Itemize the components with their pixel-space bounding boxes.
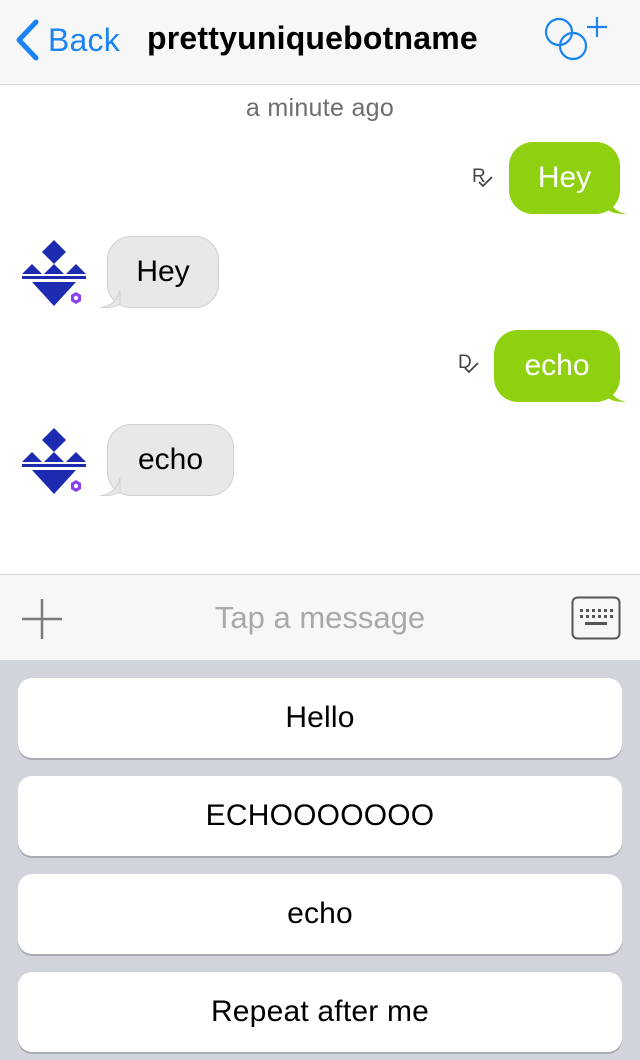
back-button[interactable]: Back <box>14 18 120 62</box>
bot-avatar <box>22 428 86 494</box>
message-input[interactable] <box>110 591 530 645</box>
keyboard-icon <box>571 596 621 640</box>
plus-icon <box>22 599 62 639</box>
quick-replies-panel: Hello ECHOOOOOOO echo Repeat after me <box>0 660 640 1060</box>
attach-button[interactable] <box>20 597 64 641</box>
outgoing-message-bubble[interactable]: Hey <box>509 142 627 214</box>
message-text: Hey <box>537 161 592 194</box>
bot-avatar <box>22 240 86 306</box>
keyboard-toggle-button[interactable] <box>571 596 621 645</box>
page-title: prettyuniquebotname <box>147 20 478 56</box>
quick-reply-button[interactable]: Repeat after me <box>18 972 622 1052</box>
incoming-message-bubble[interactable]: Hey <box>99 236 219 308</box>
incoming-message-bubble[interactable]: echo <box>99 424 234 496</box>
bubble-tail <box>99 478 121 496</box>
bubble-tail <box>608 196 627 214</box>
bubble-tail <box>99 290 121 308</box>
read-receipt: R <box>472 166 496 192</box>
check-icon <box>464 362 479 374</box>
back-label: Back <box>48 21 120 58</box>
message-text: Hey <box>136 255 190 288</box>
message-timestamp: a minute ago <box>245 94 395 122</box>
message-text: echo <box>524 349 590 382</box>
delivered-receipt: D <box>458 352 482 378</box>
quick-reply-button[interactable]: Hello <box>18 678 622 758</box>
quick-reply-button[interactable]: echo <box>18 874 622 954</box>
message-text: echo <box>137 443 204 476</box>
chevron-left-icon <box>16 19 39 61</box>
add-people-icon <box>544 17 607 61</box>
nav-bar: Back prettyuniquebotname <box>0 0 640 85</box>
quick-reply-button[interactable]: ECHOOOOOOO <box>18 776 622 856</box>
message-composer <box>0 574 640 660</box>
add-people-button[interactable] <box>540 14 610 66</box>
outgoing-message-bubble[interactable]: echo <box>494 330 627 402</box>
check-icon <box>478 176 493 188</box>
bubble-tail <box>608 384 627 402</box>
